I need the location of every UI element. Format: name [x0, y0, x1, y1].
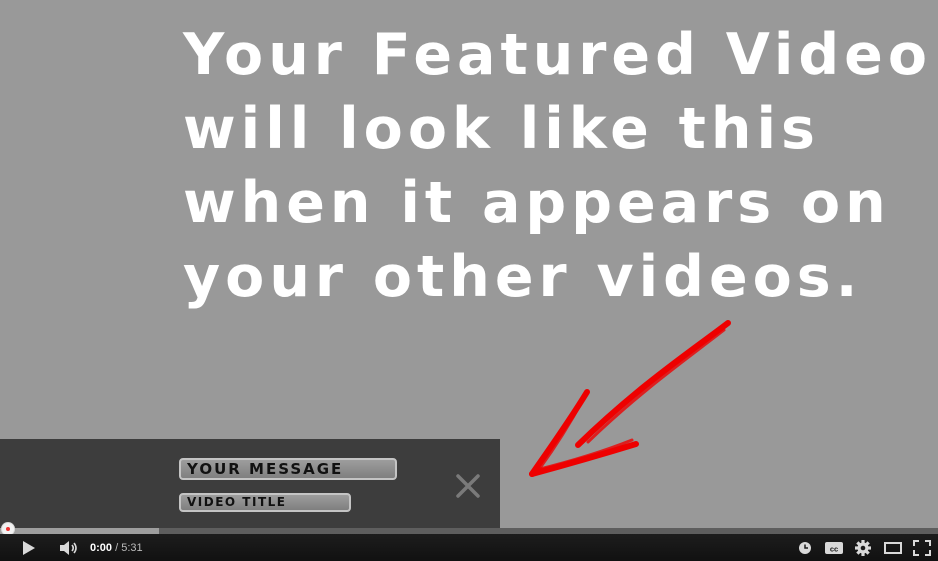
- play-icon[interactable]: [18, 538, 40, 558]
- headline-line: when it appears on: [183, 170, 891, 236]
- headline-line: Your Featured Video: [183, 22, 932, 88]
- time-display: 0:00 / 5:31: [90, 541, 143, 555]
- volume-icon[interactable]: [58, 538, 80, 558]
- duration-time: 5:31: [121, 542, 143, 554]
- svg-text:cc: cc: [830, 545, 838, 554]
- settings-icon[interactable]: [853, 538, 873, 558]
- player-control-bar: 0:00 / 5:31 cc: [0, 534, 938, 561]
- time-separator: /: [112, 542, 122, 554]
- fullscreen-icon[interactable]: [911, 538, 933, 558]
- captions-icon[interactable]: cc: [823, 538, 845, 558]
- headline: Your Featured Video will look like this …: [183, 18, 932, 314]
- video-player-frame: Your Featured Video will look like this …: [0, 0, 938, 561]
- headline-line: will look like this: [183, 96, 820, 162]
- theater-mode-icon[interactable]: [882, 538, 904, 558]
- overlay-message-label[interactable]: YOUR MESSAGE: [179, 458, 397, 480]
- watch-later-icon[interactable]: [796, 538, 814, 558]
- featured-video-overlay[interactable]: YOUR MESSAGE VIDEO TITLE: [0, 439, 500, 528]
- headline-line: your other videos.: [183, 244, 863, 310]
- current-time: 0:00: [90, 542, 113, 554]
- overlay-video-title-label[interactable]: VIDEO TITLE: [179, 493, 351, 512]
- close-icon[interactable]: [455, 473, 481, 499]
